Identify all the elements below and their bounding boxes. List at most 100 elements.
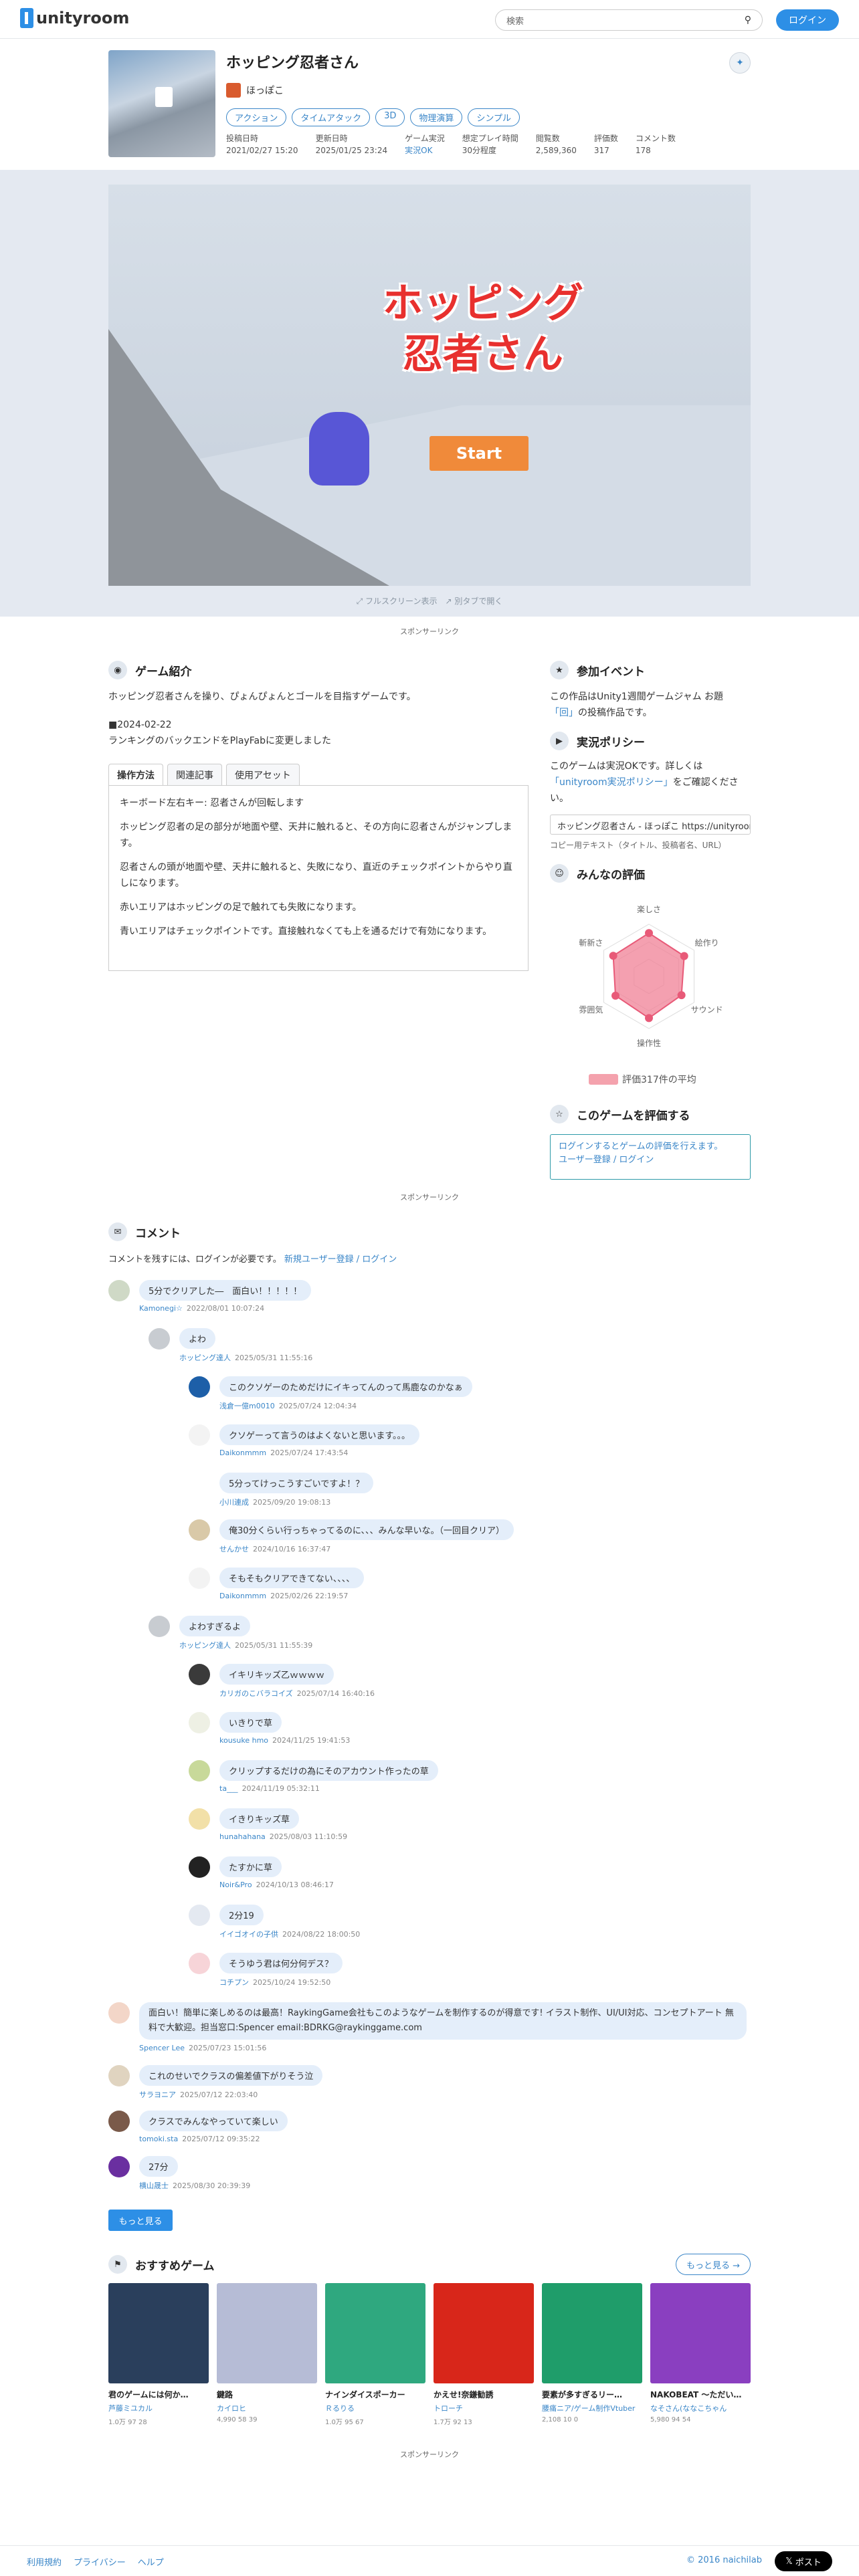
tag-item[interactable]: 3D xyxy=(375,108,405,126)
search-icon[interactable]: ⚲ xyxy=(745,15,751,25)
newtab-link[interactable]: ↗ 別タブで開く xyxy=(445,597,502,606)
fullscreen-link[interactable]: ⤢ フルスクリーン表示 xyxy=(357,597,438,606)
game-author[interactable]: カイロヒ xyxy=(217,2403,317,2413)
twitter-share-icon[interactable]: ✦ xyxy=(729,52,751,74)
tab-articles[interactable]: 関連記事 xyxy=(167,764,222,786)
comment-author[interactable]: 小川連成 xyxy=(219,1498,249,1507)
stat-value[interactable]: 実況OK xyxy=(405,144,445,156)
game-stats: 投稿日時 2021/02/27 15:20 更新日時 2025/01/25 23:2… xyxy=(226,132,693,156)
logo-text: unityroom xyxy=(36,9,130,27)
game-thumbnail[interactable] xyxy=(108,2283,209,2383)
privacy-link[interactable]: プライバシー xyxy=(74,2555,126,2568)
stat-views: 閲覧数 2,589,360 xyxy=(536,132,577,156)
help-link[interactable]: ヘルプ xyxy=(138,2555,164,2568)
policy-link[interactable]: 「unityroom実況ポリシー」 xyxy=(550,777,673,788)
game-title[interactable]: 要素が多すぎるリー… xyxy=(542,2389,642,2400)
comment-author[interactable]: Spencer Lee xyxy=(139,2044,185,2052)
comment-author[interactable]: サラヨニア xyxy=(139,2090,176,2099)
user-avatar[interactable] xyxy=(189,1905,210,1926)
user-avatar[interactable] xyxy=(189,1519,210,1541)
game-thumbnail[interactable] xyxy=(325,2283,425,2383)
game-author[interactable]: Ｒるりる xyxy=(325,2403,425,2413)
site-logo[interactable]: unityroom xyxy=(20,8,129,28)
comment-author[interactable]: kousuke hmo xyxy=(219,1736,268,1745)
comment-author[interactable]: ホッピング達人 xyxy=(179,1354,231,1362)
comment-author[interactable]: ホッピング達人 xyxy=(179,1641,231,1650)
start-button[interactable]: Start xyxy=(430,436,529,471)
recommended-game-card[interactable]: かえせ!奈鎌勧誘 トローチ 1.7万 92 13 xyxy=(434,2283,534,2426)
rate-login-link[interactable]: ユーザー登録 / ログイン xyxy=(559,1155,654,1165)
login-button[interactable]: ログイン xyxy=(776,9,839,31)
user-avatar[interactable] xyxy=(189,1376,210,1398)
tab-howto[interactable]: 操作方法 xyxy=(108,764,163,786)
user-avatar[interactable] xyxy=(189,1424,210,1446)
comment-date: 2022/08/01 10:07:24 xyxy=(186,1304,265,1313)
recommended-game-card[interactable]: 要素が多すぎるリー… 腰痛ニア/ゲーム制作Vtuber 2,108 10 0 xyxy=(542,2283,642,2424)
intro-heading-text: ゲーム紹介 xyxy=(135,665,192,679)
user-avatar[interactable] xyxy=(189,1568,210,1589)
game-title[interactable]: 君のゲームには何か… xyxy=(108,2389,209,2400)
user-avatar[interactable] xyxy=(189,1664,210,1685)
comment-author[interactable]: 横山晟士 xyxy=(139,2181,169,2190)
comment-author[interactable]: イイゴオイの子供 xyxy=(219,1930,278,1939)
comment-author[interactable]: Noir&Pro xyxy=(219,1881,252,1889)
search-input[interactable]: 検索 ⚲ xyxy=(495,9,763,31)
tag-item[interactable]: 物理演算 xyxy=(410,108,463,126)
recommended-game-card[interactable]: 君のゲームには何か… 芦藤ミユカル 1.0万 97 28 xyxy=(108,2283,209,2426)
comment-date: 2024/11/19 05:32:11 xyxy=(242,1784,320,1793)
user-avatar[interactable] xyxy=(189,1953,210,1974)
user-avatar[interactable] xyxy=(189,1760,210,1782)
user-avatar[interactable] xyxy=(189,1808,210,1830)
game-title[interactable]: ナインダイスポーカー xyxy=(325,2389,425,2400)
game-title[interactable]: NAKOBEAT ～ただい… xyxy=(650,2389,751,2400)
recommended-game-card[interactable]: 鍵路 カイロヒ 4,990 58 39 xyxy=(217,2283,317,2424)
game-title[interactable]: 鍵路 xyxy=(217,2389,317,2400)
tag-item[interactable]: タイムアタック xyxy=(292,108,371,126)
game-author[interactable]: 芦藤ミユカル xyxy=(108,2403,209,2413)
tab-assets[interactable]: 使用アセット xyxy=(226,764,300,786)
embed-text-field[interactable]: ホッピング忍者さん - ほっぽこ https://unityroom.com/g… xyxy=(550,815,751,835)
tag-item[interactable]: アクション xyxy=(226,108,287,126)
user-avatar[interactable] xyxy=(108,2065,130,2086)
user-avatar[interactable] xyxy=(149,1328,170,1350)
user-avatar[interactable] xyxy=(189,1856,210,1878)
terms-link[interactable]: 利用規約 xyxy=(27,2555,62,2568)
user-avatar[interactable] xyxy=(108,2002,130,2024)
comment-author[interactable]: コチプン xyxy=(219,1978,249,1987)
game-thumbnail[interactable] xyxy=(217,2283,317,2383)
game-thumbnail[interactable] xyxy=(434,2283,534,2383)
game-thumbnail[interactable] xyxy=(542,2283,642,2383)
comment-author[interactable]: ta___ xyxy=(219,1784,238,1793)
comment-author[interactable]: hunahahana xyxy=(219,1832,266,1841)
game-author[interactable]: ほっぽこ xyxy=(226,83,284,98)
user-avatar[interactable] xyxy=(108,2111,130,2132)
game-thumbnail[interactable] xyxy=(650,2283,751,2383)
tag-item[interactable]: シンプル xyxy=(468,108,520,126)
comment-author[interactable]: せんかせ xyxy=(219,1545,249,1553)
recommended-game-card[interactable]: NAKOBEAT ～ただい… なそさん(ななこちゃん 5,980 94 54 xyxy=(650,2283,751,2424)
user-avatar[interactable] xyxy=(189,1473,210,1494)
comment-author[interactable]: Daikonmmm xyxy=(219,1592,266,1600)
user-avatar[interactable] xyxy=(108,2156,130,2177)
comment-author[interactable]: カリガのこバラコイズ xyxy=(219,1689,293,1698)
comment-author[interactable]: Kamonegi☆ xyxy=(139,1304,183,1313)
game-author[interactable]: 腰痛ニア/ゲーム制作Vtuber xyxy=(542,2403,642,2413)
comment-author[interactable]: 浅倉一億m0010 xyxy=(219,1402,275,1410)
recommended-game-card[interactable]: ナインダイスポーカー Ｒるりる 1.0万 95 67 xyxy=(325,2283,425,2426)
comment-author[interactable]: tomoki.sta xyxy=(139,2135,178,2143)
x-post-button[interactable]: 𝕏 ポスト xyxy=(775,2551,832,2571)
comment-date: 2025/07/24 17:43:54 xyxy=(270,1448,349,1457)
user-avatar[interactable] xyxy=(149,1616,170,1637)
game-player[interactable]: ホッピング 忍者さん Start xyxy=(108,185,751,586)
game-author[interactable]: なそさん(ななこちゃん xyxy=(650,2403,751,2413)
user-avatar[interactable] xyxy=(108,1280,130,1301)
more-games-button[interactable]: もっと見る → xyxy=(676,2254,751,2275)
register-login-link[interactable]: 新規ユーザー登録 / ログイン xyxy=(284,1255,397,1265)
game-author[interactable]: トローチ xyxy=(434,2403,534,2413)
author-name[interactable]: ほっぽこ xyxy=(246,84,284,97)
more-comments-button[interactable]: もっと見る xyxy=(108,2210,173,2231)
user-avatar[interactable] xyxy=(189,1712,210,1733)
comment-author[interactable]: Daikonmmm xyxy=(219,1448,266,1457)
event-theme-link[interactable]: 「回」 xyxy=(550,708,578,718)
game-title[interactable]: かえせ!奈鎌勧誘 xyxy=(434,2389,534,2400)
